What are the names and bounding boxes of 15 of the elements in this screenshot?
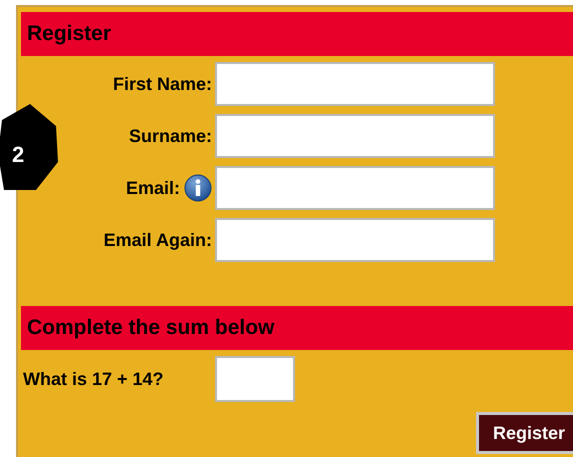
- info-icon[interactable]: [184, 174, 212, 202]
- answer-field[interactable]: [215, 356, 295, 402]
- register-button[interactable]: Register: [476, 412, 573, 454]
- text-field[interactable]: [215, 62, 495, 106]
- question-label: What is 17 + 14?: [22, 368, 165, 390]
- text-field[interactable]: [215, 218, 495, 262]
- text-field[interactable]: [215, 166, 495, 210]
- field-label: First Name:: [112, 74, 212, 94]
- field-label: Surname:: [128, 126, 212, 146]
- step-badge: 2: [0, 104, 60, 192]
- field-label: Email:: [126, 178, 180, 198]
- section-header: Complete the sum below: [21, 306, 573, 350]
- text-field[interactable]: [215, 114, 495, 158]
- field-label: Email Again:: [104, 230, 212, 250]
- section-header: Register: [21, 12, 573, 56]
